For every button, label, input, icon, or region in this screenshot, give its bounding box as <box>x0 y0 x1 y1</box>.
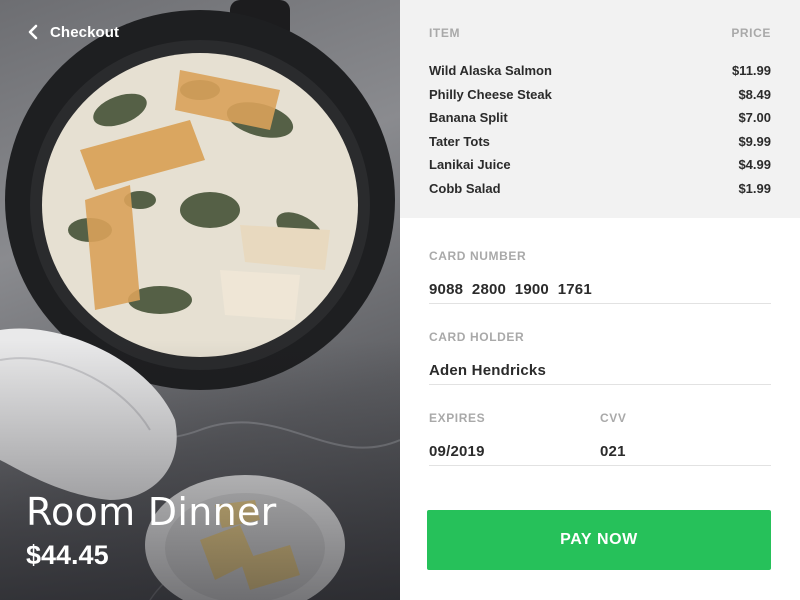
card-number-field[interactable]: CARD NUMBER 9088 2800 1900 1761 <box>429 249 771 298</box>
order-total: $44.45 <box>26 540 109 570</box>
order-item-name: Wild Alaska Salmon <box>429 63 552 79</box>
hero-image: Checkout Room Dinner $44.45 <box>0 0 400 600</box>
pay-now-button[interactable]: PAY NOW <box>427 510 771 570</box>
order-summary-header: ITEM PRICE <box>429 26 771 40</box>
price-column-header: PRICE <box>731 26 771 40</box>
order-item: Tater Tots $9.99 <box>429 130 771 154</box>
card-number-input[interactable]: 9088 2800 1900 1761 <box>429 281 771 298</box>
meal-title: Room Dinner <box>26 490 277 534</box>
order-item-name: Lanikai Juice <box>429 157 511 173</box>
card-number-label: CARD NUMBER <box>429 249 527 263</box>
order-item-price: $8.49 <box>738 86 771 102</box>
order-item: Philly Cheese Steak $8.49 <box>429 83 771 107</box>
card-holder-label: CARD HOLDER <box>429 330 525 344</box>
checkout-panel: ITEM PRICE Wild Alaska Salmon $11.99 Phi… <box>400 0 800 600</box>
order-item-price: $7.00 <box>738 110 771 126</box>
card-holder-input[interactable]: Aden Hendricks <box>429 362 771 379</box>
card-number-underline <box>429 303 771 304</box>
expires-label: EXPIRES <box>429 411 486 425</box>
order-item-name: Banana Split <box>429 110 508 126</box>
expires-field[interactable]: EXPIRES 09/2019 <box>429 411 579 460</box>
expires-cvv-underline <box>429 465 771 466</box>
order-item-name: Cobb Salad <box>429 180 501 196</box>
item-column-header: ITEM <box>429 26 461 40</box>
chevron-left-icon <box>28 24 38 40</box>
order-item: Wild Alaska Salmon $11.99 <box>429 59 771 83</box>
order-item-name: Tater Tots <box>429 133 490 149</box>
order-item-price: $4.99 <box>738 157 771 173</box>
cvv-label: CVV <box>600 411 627 425</box>
order-item: Banana Split $7.00 <box>429 106 771 130</box>
order-item-name: Philly Cheese Steak <box>429 86 552 102</box>
cvv-field[interactable]: CVV 021 <box>600 411 771 460</box>
order-item-list: Wild Alaska Salmon $11.99 Philly Cheese … <box>429 59 771 200</box>
order-item: Cobb Salad $1.99 <box>429 177 771 201</box>
cvv-input[interactable]: 021 <box>600 443 771 460</box>
back-label: Checkout <box>50 23 120 41</box>
order-item-price: $1.99 <box>738 180 771 196</box>
order-item-price: $9.99 <box>738 133 771 149</box>
order-item-price: $11.99 <box>731 63 771 79</box>
card-holder-underline <box>429 384 771 385</box>
back-button[interactable]: Checkout <box>26 22 119 42</box>
card-holder-field[interactable]: CARD HOLDER Aden Hendricks <box>429 330 771 379</box>
order-item: Lanikai Juice $4.99 <box>429 153 771 177</box>
order-summary: ITEM PRICE Wild Alaska Salmon $11.99 Phi… <box>400 0 800 218</box>
expires-input[interactable]: 09/2019 <box>429 443 579 460</box>
